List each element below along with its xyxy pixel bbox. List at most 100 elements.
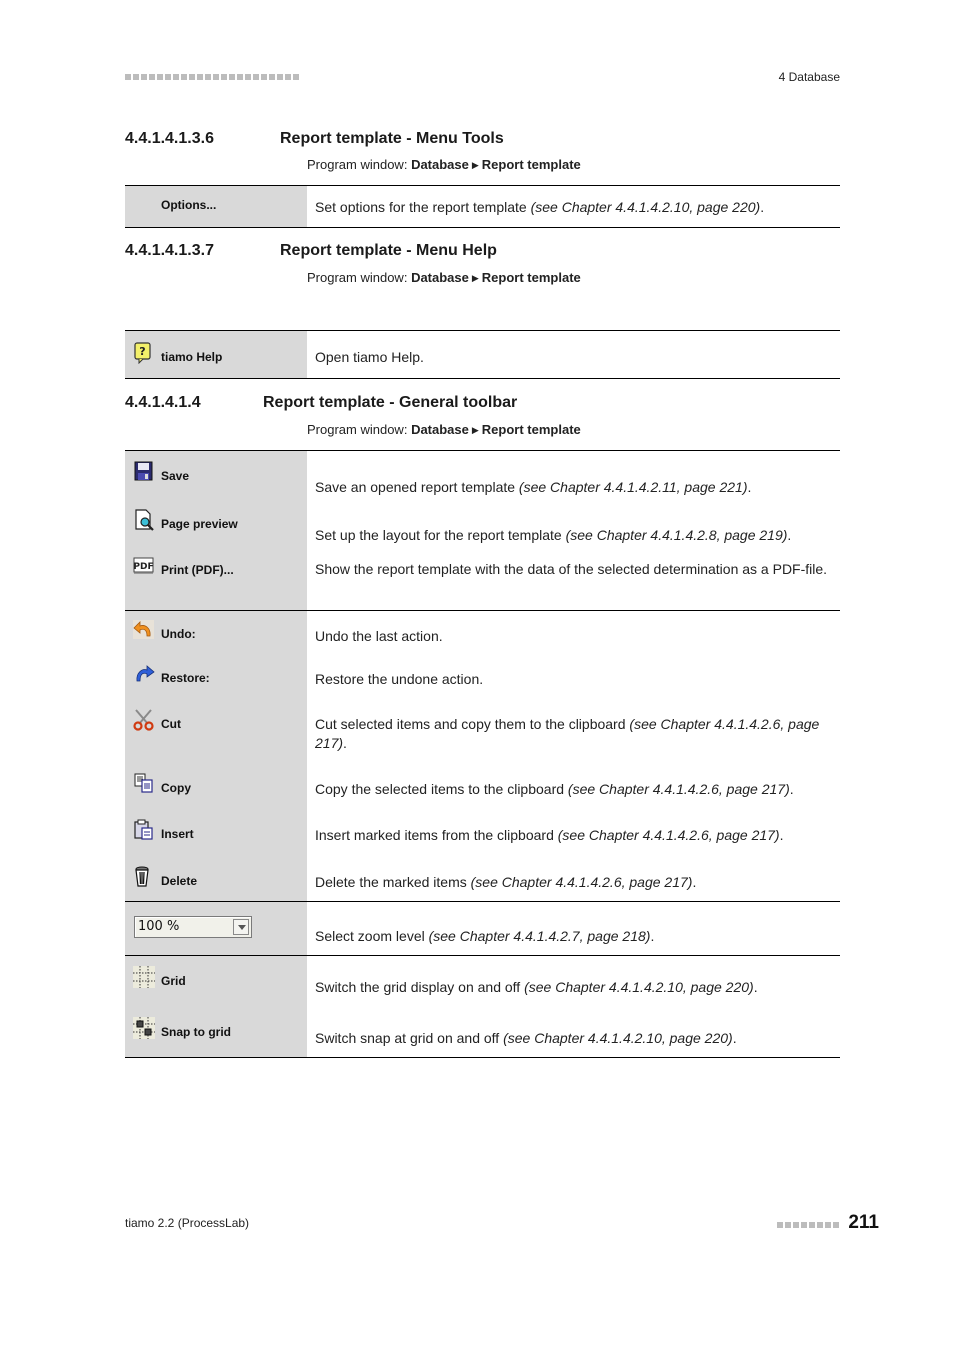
chevron-down-icon[interactable] bbox=[233, 919, 249, 935]
table-row: Copy Copy the selected items to the clip… bbox=[125, 773, 840, 803]
toolbar-button-label: Delete bbox=[161, 874, 198, 888]
toolbar-button-label: Copy bbox=[161, 781, 191, 795]
program-window-path: Program window: Database ▶ Report template bbox=[307, 422, 581, 437]
table-row: Save Save an opened report template (see… bbox=[125, 461, 840, 501]
toolbar-button-restore[interactable]: Restore: bbox=[133, 663, 210, 685]
page-header: 4 Database bbox=[125, 70, 840, 88]
chapter-reference-link[interactable]: (see Chapter 4.4.1.4.2.10, page 220) bbox=[524, 979, 754, 995]
grid-icon bbox=[133, 966, 155, 988]
section-number: 4.4.1.4.1.3.6 bbox=[125, 130, 214, 147]
save-icon bbox=[133, 461, 155, 483]
row-description: Set up the layout for the report templat… bbox=[315, 527, 792, 543]
page-preview-icon bbox=[133, 509, 155, 531]
toolbar-button-label: Undo: bbox=[161, 627, 196, 641]
program-window-path-2: Report template bbox=[481, 157, 581, 172]
program-window-path-1: Database bbox=[411, 270, 469, 285]
table-row: Cut Cut selected items and copy them to … bbox=[125, 709, 840, 759]
table-row: Undo: Undo the last action. bbox=[125, 619, 840, 649]
chapter-reference-link[interactable]: (see Chapter 4.4.1.4.2.10, page 220) bbox=[531, 199, 761, 215]
section-number: 4.4.1.4.1.3.7 bbox=[125, 242, 214, 259]
menu-tools-table: Options... Set options for the report te… bbox=[125, 185, 840, 228]
toolbar-button-undo[interactable]: Undo: bbox=[133, 619, 196, 641]
table-row: Grid Switch the grid display on and off … bbox=[125, 966, 840, 996]
menu-item-options[interactable]: Options... bbox=[161, 198, 216, 212]
row-description: Restore the undone action. bbox=[315, 671, 484, 687]
footer-dots-decoration bbox=[777, 1222, 839, 1228]
row-description: Open tiamo Help. bbox=[315, 349, 424, 365]
redo-icon bbox=[133, 663, 155, 685]
general-toolbar-table: Save Save an opened report template (see… bbox=[125, 450, 840, 1058]
row-description: Show the report template with the data o… bbox=[315, 561, 828, 577]
section-heading-menu-help: 4.4.1.4.1.3.7 Report template - Menu Hel… bbox=[125, 242, 497, 260]
row-description: Cut selected items and copy them to the … bbox=[315, 716, 820, 751]
toolbar-button-insert[interactable]: Insert bbox=[133, 819, 194, 841]
section-title: Report template - Menu Tools bbox=[280, 130, 504, 147]
page-footer: tiamo 2.2 (ProcessLab) 211 bbox=[125, 1212, 879, 1235]
toolbar-button-label: Insert bbox=[161, 827, 194, 841]
help-icon: ? bbox=[133, 342, 155, 365]
section-number: 4.4.1.4.1.4 bbox=[125, 394, 201, 411]
toolbar-button-delete[interactable]: Delete bbox=[133, 866, 197, 888]
section-title: Report template - General toolbar bbox=[263, 394, 518, 411]
menu-item-label: tiamo Help bbox=[161, 350, 223, 364]
toolbar-button-snap-to-grid[interactable]: Snap to grid bbox=[133, 1017, 231, 1039]
header-dots-decoration bbox=[125, 74, 299, 80]
program-window-path: Program window: Database ▶ Report template bbox=[307, 157, 581, 172]
undo-icon bbox=[133, 619, 155, 641]
chapter-reference-link[interactable]: (see Chapter 4.4.1.4.2.7, page 218) bbox=[429, 928, 651, 944]
group-divider bbox=[125, 955, 840, 956]
toolbar-button-copy[interactable]: Copy bbox=[133, 773, 191, 795]
chapter-reference-link[interactable]: (see Chapter 4.4.1.4.2.6, page 217) bbox=[568, 781, 790, 797]
zoom-level-select[interactable]: 100 % bbox=[134, 916, 252, 938]
scissors-icon bbox=[133, 709, 155, 731]
program-window-path-2: Report template bbox=[481, 270, 581, 285]
copy-icon bbox=[133, 773, 155, 795]
row-description: Select zoom level (see Chapter 4.4.1.4.2… bbox=[315, 928, 655, 944]
chapter-reference-link[interactable]: (see Chapter 4.4.1.4.2.10, page 220) bbox=[503, 1030, 733, 1046]
svg-text:?: ? bbox=[139, 345, 145, 358]
table-row: Insert Insert marked items from the clip… bbox=[125, 819, 840, 849]
chapter-reference-link[interactable]: (see Chapter 4.4.1.4.2.6, page 217) bbox=[558, 827, 780, 843]
chapter-reference-link[interactable]: (see Chapter 4.4.1.4.2.11, page 221) bbox=[519, 479, 748, 495]
program-window-path-2: Report template bbox=[481, 422, 581, 437]
menu-item-tiamo-help[interactable]: ? tiamo Help bbox=[133, 342, 223, 365]
row-description: Switch the grid display on and off (see … bbox=[315, 979, 758, 995]
program-window-path: Program window: Database ▶ Report template bbox=[307, 270, 581, 285]
program-window-path-1: Database bbox=[411, 422, 469, 437]
chapter-reference-link[interactable]: (see Chapter 4.4.1.4.2.8, page 219) bbox=[566, 527, 788, 543]
toolbar-button-label: Print (PDF)... bbox=[161, 563, 234, 577]
table-row: ? tiamo Help Open tiamo Help. bbox=[125, 331, 840, 378]
toolbar-button-save[interactable]: Save bbox=[133, 461, 189, 483]
toolbar-button-cut[interactable]: Cut bbox=[133, 709, 181, 731]
program-window-prefix: Program window: bbox=[307, 157, 408, 172]
program-window-path-1: Database bbox=[411, 157, 469, 172]
page-number: 211 bbox=[848, 1212, 879, 1233]
section-title: Report template - Menu Help bbox=[280, 242, 497, 259]
row-description: Undo the last action. bbox=[315, 628, 443, 644]
toolbar-button-grid[interactable]: Grid bbox=[133, 966, 186, 988]
toolbar-button-label: Grid bbox=[161, 974, 186, 988]
toolbar-button-print-pdf[interactable]: PDF Print (PDF)... bbox=[133, 555, 234, 577]
trash-icon bbox=[133, 866, 155, 888]
row-description: Delete the marked items (see Chapter 4.4… bbox=[315, 874, 697, 890]
program-window-prefix: Program window: bbox=[307, 270, 408, 285]
toolbar-button-page-preview[interactable]: Page preview bbox=[133, 509, 238, 531]
toolbar-button-label: Restore: bbox=[161, 671, 210, 685]
toolbar-button-label: Cut bbox=[161, 717, 181, 731]
table-row: Restore: Restore the undone action. bbox=[125, 663, 840, 693]
triangle-right-icon: ▶ bbox=[471, 425, 479, 435]
zoom-level-value: 100 % bbox=[138, 919, 180, 934]
row-description: Insert marked items from the clipboard (… bbox=[315, 827, 784, 843]
snap-to-grid-icon bbox=[133, 1017, 155, 1039]
program-window-prefix: Program window: bbox=[307, 422, 408, 437]
toolbar-button-label: Page preview bbox=[161, 517, 238, 531]
table-row: Snap to grid Switch snap at grid on and … bbox=[125, 1017, 840, 1047]
chapter-reference-link[interactable]: (see Chapter 4.4.1.4.2.6, page 217) bbox=[471, 874, 693, 890]
pdf-icon: PDF bbox=[133, 555, 155, 577]
table-row: PDF Print (PDF)... Show the report templ… bbox=[125, 555, 840, 605]
paste-icon bbox=[133, 819, 155, 841]
header-chapter: 4 Database bbox=[778, 70, 840, 84]
row-description: Save an opened report template (see Chap… bbox=[315, 479, 752, 495]
section-heading-menu-tools: 4.4.1.4.1.3.6 Report template - Menu Too… bbox=[125, 130, 504, 148]
group-divider bbox=[125, 610, 840, 611]
